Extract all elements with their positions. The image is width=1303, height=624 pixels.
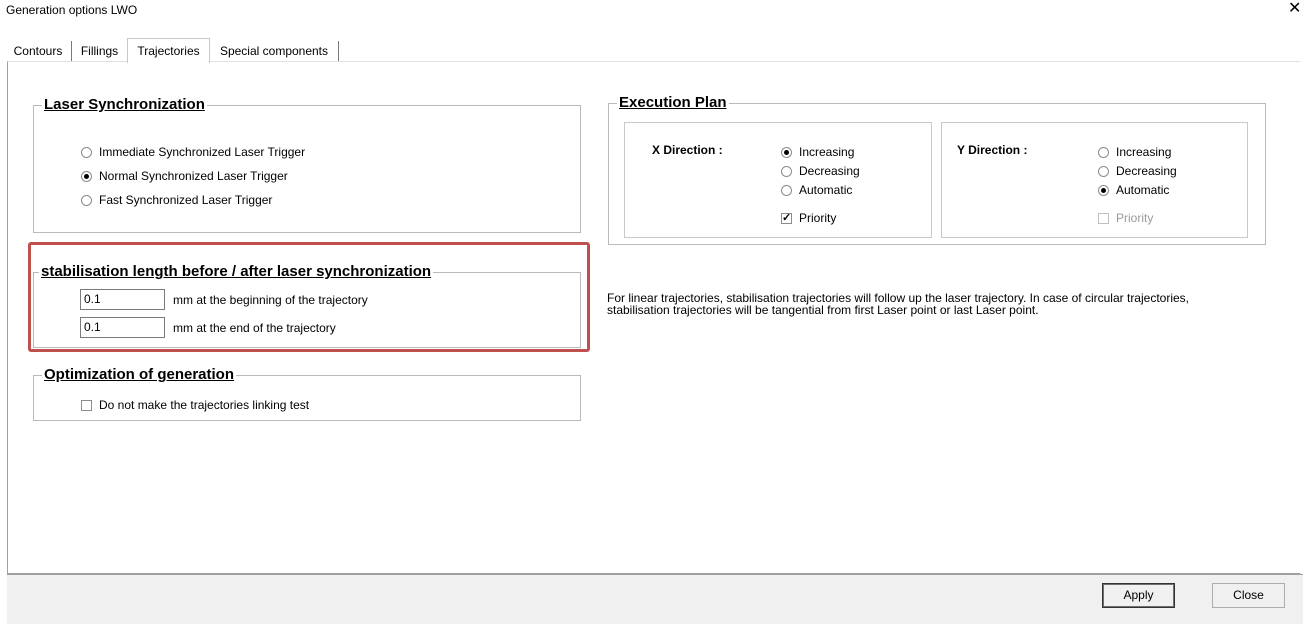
radio-label: Fast Synchronized Laser Trigger bbox=[99, 193, 273, 207]
info-line-2: stabilisation trajectories will be tange… bbox=[607, 303, 1039, 317]
x-decreasing-radio[interactable]: Decreasing bbox=[781, 164, 860, 178]
title-bar: Generation options LWO ✕ bbox=[0, 0, 1303, 20]
radio-label: Automatic bbox=[799, 183, 853, 197]
radio-circle[interactable] bbox=[81, 146, 92, 158]
x-priority-checkbox[interactable]: Priority bbox=[781, 211, 836, 225]
close-window-icon[interactable]: ✕ bbox=[1288, 0, 1301, 19]
y-automatic-radio[interactable]: Automatic bbox=[1098, 183, 1169, 197]
radio-label: Decreasing bbox=[1116, 164, 1177, 178]
checkbox-label: Priority bbox=[799, 211, 837, 225]
tab-contours[interactable]: Contours bbox=[5, 41, 72, 62]
radio-normal-sync[interactable]: Normal Synchronized Laser Trigger bbox=[81, 169, 288, 183]
y-direction-label: Y Direction : bbox=[957, 143, 1028, 157]
radio-circle[interactable] bbox=[781, 165, 792, 177]
tab-special-components[interactable]: Special components bbox=[210, 41, 339, 62]
y-priority-checkbox: Priority bbox=[1098, 211, 1153, 225]
radio-immediate-sync[interactable]: Immediate Synchronized Laser Trigger bbox=[81, 145, 305, 159]
window-title: Generation options LWO bbox=[6, 3, 138, 17]
tab-fillings[interactable]: Fillings bbox=[72, 41, 128, 62]
radio-circle[interactable] bbox=[81, 194, 92, 206]
y-direction-box bbox=[941, 122, 1248, 238]
x-direction-box bbox=[624, 122, 932, 238]
radio-circle[interactable] bbox=[1098, 165, 1109, 177]
highlight-box bbox=[28, 242, 590, 352]
radio-label: Increasing bbox=[799, 145, 855, 159]
radio-circle[interactable] bbox=[1098, 184, 1109, 196]
x-automatic-radio[interactable]: Automatic bbox=[781, 183, 852, 197]
execution-plan-title: Execution Plan bbox=[617, 94, 729, 112]
checkbox-label: Do not make the trajectories linking tes… bbox=[99, 398, 310, 412]
apply-button[interactable]: Apply bbox=[1102, 583, 1175, 608]
y-decreasing-radio[interactable]: Decreasing bbox=[1098, 164, 1177, 178]
radio-label: Immediate Synchronized Laser Trigger bbox=[99, 145, 306, 159]
checkbox-box bbox=[1098, 212, 1109, 224]
radio-fast-sync[interactable]: Fast Synchronized Laser Trigger bbox=[81, 193, 272, 207]
radio-label: Normal Synchronized Laser Trigger bbox=[99, 169, 288, 183]
optimization-title: Optimization of generation bbox=[42, 366, 236, 384]
linking-test-checkbox[interactable]: Do not make the trajectories linking tes… bbox=[81, 398, 309, 412]
checkbox-box[interactable] bbox=[781, 211, 792, 224]
x-increasing-radio[interactable]: Increasing bbox=[781, 145, 854, 159]
radio-circle[interactable] bbox=[781, 184, 792, 196]
checkbox-label: Priority bbox=[1116, 211, 1154, 225]
close-button[interactable]: Close bbox=[1212, 583, 1285, 608]
laser-sync-title: Laser Synchronization bbox=[42, 96, 207, 114]
radio-circle[interactable] bbox=[1098, 146, 1109, 158]
info-text: For linear trajectories, stabilisation t… bbox=[607, 292, 1257, 316]
radio-circle[interactable] bbox=[781, 146, 792, 158]
radio-label: Decreasing bbox=[799, 164, 860, 178]
radio-label: Increasing bbox=[1116, 145, 1172, 159]
y-increasing-radio[interactable]: Increasing bbox=[1098, 145, 1171, 159]
x-direction-label: X Direction : bbox=[652, 143, 723, 157]
radio-label: Automatic bbox=[1116, 183, 1170, 197]
checkbox-box[interactable] bbox=[81, 399, 92, 411]
radio-circle[interactable] bbox=[81, 170, 92, 182]
tab-trajectories[interactable]: Trajectories bbox=[127, 38, 210, 63]
